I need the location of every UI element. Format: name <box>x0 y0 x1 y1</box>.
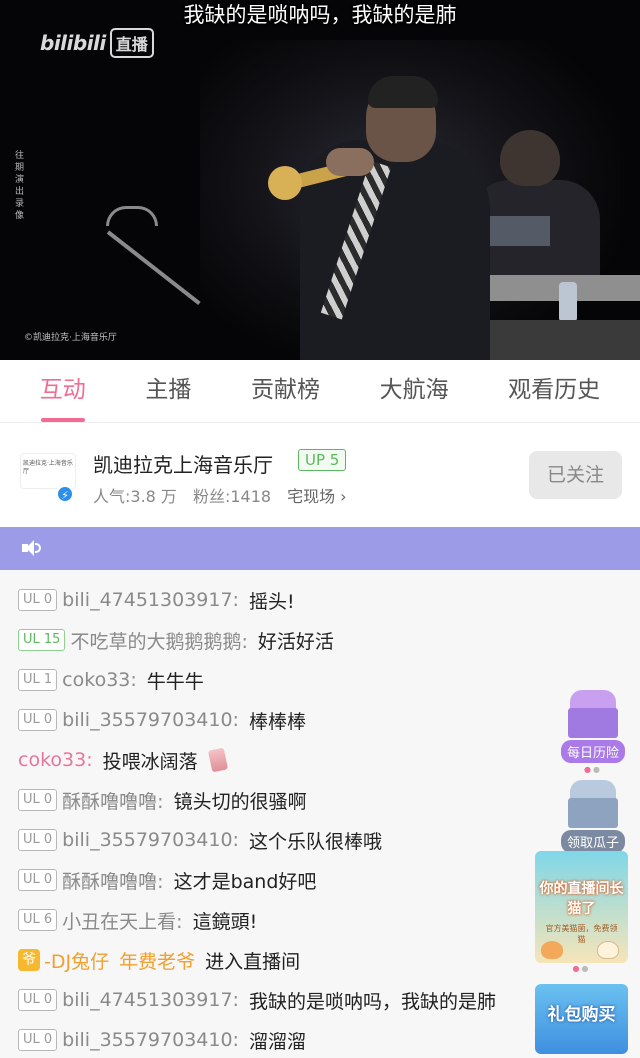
chat-text: 溜溜溜 <box>248 1030 306 1053</box>
chat-message: UL 0 bili_47451303917: 我缺的是唢呐吗，我缺的是肺 <box>18 985 496 1015</box>
chat-text: 摇头! <box>248 590 295 613</box>
cat-event-banner[interactable]: 你的直播间长猫了 官方美猫菌，免费领猫 <box>535 851 628 963</box>
gift-pack-title: 礼包购买 <box>547 1005 616 1025</box>
chat-username[interactable]: -DJ兔仔 <box>44 947 109 974</box>
pager-dots: ●● <box>584 765 602 774</box>
chat-text: 好活好活 <box>257 630 334 653</box>
user-level-badge: UL 0 <box>18 1029 58 1051</box>
gift-pack-banner[interactable]: 礼包购买 <box>535 984 628 1054</box>
tab-watch-history[interactable]: 观看历史 <box>508 370 600 412</box>
chevron-right-icon: › <box>340 487 347 506</box>
treasure-chest-icon <box>564 688 622 740</box>
chat-text: 這鏡頭! <box>192 910 258 933</box>
chat-username[interactable]: bili_35579703410: <box>62 709 239 731</box>
chat-message: UL 0 bili_35579703410: 溜溜溜 <box>18 1025 306 1055</box>
trumpet-player-hair <box>368 76 438 108</box>
chat-message: UL 0 bili_35579703410: 这个乐队很棒哦 <box>18 825 382 855</box>
popularity-count: 人气:3.8 万 <box>93 487 177 506</box>
user-level-badge: UL 0 <box>18 589 58 611</box>
cat-icon <box>541 941 563 959</box>
user-level-badge: UL 0 <box>18 989 58 1011</box>
speaker-icon <box>22 539 41 557</box>
chat-message: UL 6 小丑在天上看: 這鏡頭! <box>18 905 257 935</box>
claim-melon-seeds-label: 领取瓜子 <box>561 830 626 853</box>
water-bottle <box>559 282 577 322</box>
chat-username[interactable]: 不吃草的大鹅鹅鹅鹅: <box>70 627 247 654</box>
cat-event-title: 你的直播间长猫了 <box>539 881 624 917</box>
tab-bar: 互动 主播 贡献榜 大航海 观看历史 <box>0 360 640 422</box>
area-link-label: 宅现场 <box>287 487 336 506</box>
chat-username[interactable]: bili_47451303917: <box>62 589 239 611</box>
user-level-badge: UL 1 <box>18 669 58 691</box>
entry-message: 爷 -DJ兔仔 年费老爷 进入直播间 <box>18 945 300 975</box>
user-level-badge: UL 0 <box>18 829 58 851</box>
chat-username[interactable]: coko33: <box>18 749 93 771</box>
chat-text: 棒棒棒 <box>248 710 306 733</box>
chat-message: UL 0 酥酥噜噜噜: 镜头切的很骚啊 <box>18 785 307 815</box>
user-level-badge: UL 6 <box>18 909 58 931</box>
video-subtitle: 我缺的是唢呐吗，我缺的是肺 <box>183 3 457 27</box>
chat-text: 我缺的是唢呐吗，我缺的是肺 <box>248 990 496 1013</box>
chat-message: UL 0 酥酥噜噜噜: 这才是band好吧 <box>18 865 316 895</box>
verified-icon: ⚡ <box>56 485 74 503</box>
streamer-name[interactable]: 凯迪拉克上海音乐厅 <box>93 449 273 478</box>
streamer-stats: 人气:3.8 万 粉丝:1418 宅现场 › <box>93 483 347 507</box>
chat-username[interactable]: 酥酥噜噜噜: <box>62 867 163 894</box>
streamer-card: 凯迪拉克·上海音乐厅 ⚡ 凯迪拉克上海音乐厅 UP 5 人气:3.8 万 粉丝:… <box>0 422 640 526</box>
follow-button[interactable]: 已关注 <box>529 451 622 499</box>
daily-adventure-widget[interactable]: 每日历险 ●● <box>561 688 626 774</box>
chat-username[interactable]: 酥酥噜噜噜: <box>62 787 163 814</box>
user-level-badge: UL 0 <box>18 789 58 811</box>
area-link[interactable]: 宅现场 › <box>287 483 347 507</box>
claim-melon-seeds-widget[interactable]: 领取瓜子 <box>561 778 626 853</box>
video-copyright: ©凯迪拉克·上海音乐厅 <box>24 333 117 343</box>
chat-text: 牛牛牛 <box>146 670 204 693</box>
user-level-badge: UL 15 <box>18 629 66 651</box>
chat-text: 镜头切的很骚啊 <box>173 790 307 813</box>
streamer-avatar[interactable]: 凯迪拉克·上海音乐厅 <box>20 453 76 489</box>
chat-username[interactable]: bili_35579703410: <box>62 829 239 851</box>
chat-text: 投喂冰阔落 <box>102 750 198 773</box>
logo-badge: 直播 <box>109 28 154 58</box>
announcement-bar[interactable] <box>0 527 640 570</box>
mic-stand <box>106 230 201 305</box>
chat-username[interactable]: 小丑在天上看: <box>62 907 182 934</box>
video-player[interactable]: 我缺的是唢呐吗，我缺的是肺 bilibili 直播 往期演出录像 ©凯迪拉克·上… <box>0 0 640 360</box>
trumpet-bell <box>268 166 302 200</box>
user-level-badge: UL 0 <box>18 869 58 891</box>
bilibili-live-logo: bilibili 直播 <box>40 28 154 58</box>
chat-username[interactable]: coko33: <box>62 669 137 691</box>
silver-chest-icon <box>564 778 622 830</box>
daily-adventure-label: 每日历险 <box>561 740 626 763</box>
cat-icon <box>597 941 619 959</box>
chat-message: UL 1 coko33: 牛牛牛 <box>18 665 204 695</box>
chat-message: UL 15 不吃草的大鹅鹅鹅鹅: 好活好活 <box>18 625 334 655</box>
chat-message: UL 0 bili_47451303917: 摇头! <box>18 585 295 615</box>
gift-message: coko33: 投喂冰阔落 <box>18 745 228 775</box>
chat-text: 进入直播间 <box>205 950 301 973</box>
chat-message: UL 0 bili_35579703410: 棒棒棒 <box>18 705 306 735</box>
player-hands <box>326 148 374 176</box>
vip-title: 年费老爷 <box>119 950 196 973</box>
logo-text: bilibili <box>40 31 106 55</box>
replay-note: 往期演出录像 <box>15 151 25 221</box>
tab-streamer[interactable]: 主播 <box>145 370 191 412</box>
mic-stand-hook <box>106 206 158 226</box>
up-level-badge: UP 5 <box>298 449 347 471</box>
keyboardist-head <box>500 130 560 186</box>
tab-interaction[interactable]: 互动 <box>40 370 86 422</box>
gift-icon <box>207 747 228 773</box>
user-level-badge: UL 0 <box>18 709 58 731</box>
chat-username[interactable]: bili_35579703410: <box>62 1029 239 1051</box>
live-room-screen: 我缺的是唢呐吗，我缺的是肺 bilibili 直播 往期演出录像 ©凯迪拉克·上… <box>0 0 640 1058</box>
tab-contribution-rank[interactable]: 贡献榜 <box>251 370 320 412</box>
chat-text: 这个乐队很棒哦 <box>248 830 382 853</box>
vip-badge: 爷 <box>18 949 40 971</box>
banner-pager-dots: ●● <box>572 964 591 973</box>
chat-username[interactable]: bili_47451303917: <box>62 989 239 1011</box>
fans-count: 粉丝:1418 <box>192 487 272 506</box>
tab-guard[interactable]: 大航海 <box>380 370 449 412</box>
chat-text: 这才是band好吧 <box>173 870 317 893</box>
